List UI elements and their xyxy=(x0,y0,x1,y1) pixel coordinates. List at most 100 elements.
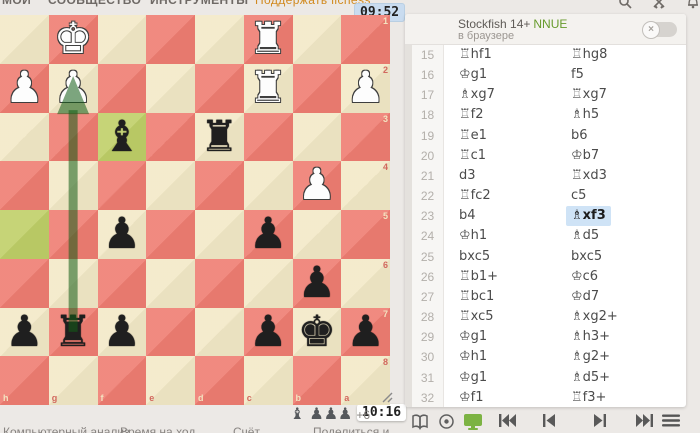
black-move[interactable]: ♗d5+ xyxy=(571,368,686,388)
white-move[interactable]: bxc5 xyxy=(444,247,571,267)
square-b8[interactable]: b xyxy=(292,356,342,405)
opening-book-icon[interactable] xyxy=(411,413,430,430)
black-rook[interactable]: ♜ xyxy=(195,113,244,162)
black-move[interactable]: ♗xg2+ xyxy=(571,307,686,327)
engine-toggle-knob[interactable]: × xyxy=(642,21,660,39)
go-previous-button[interactable] xyxy=(542,413,556,428)
square-e2[interactable] xyxy=(146,63,195,113)
square-h4[interactable] xyxy=(0,161,49,210)
engine-toggle[interactable]: × xyxy=(642,21,677,39)
square-f1[interactable] xyxy=(97,15,147,64)
white-move[interactable]: ♖bc1 xyxy=(444,287,571,307)
white-move[interactable]: ♔f1 xyxy=(444,388,571,407)
nav-item-community[interactable]: СООБЩЕСТВО xyxy=(48,0,141,7)
black-move[interactable]: bxc5 xyxy=(571,247,686,267)
square-d4[interactable] xyxy=(195,161,244,210)
square-b1[interactable] xyxy=(292,15,342,64)
crossed-swords-icon[interactable] xyxy=(652,0,666,9)
white-move[interactable]: ♖b1+ xyxy=(444,267,571,287)
nav-item-my[interactable]: МОЙ xyxy=(2,0,31,7)
white-move[interactable]: ♗xg7 xyxy=(444,85,571,105)
black-move[interactable]: ♗xf3 xyxy=(566,206,686,227)
square-a3[interactable]: 3 xyxy=(341,112,390,162)
square-c3[interactable] xyxy=(243,112,293,162)
white-move[interactable]: ♔g1 xyxy=(444,368,571,388)
white-move[interactable]: ♖hf1 xyxy=(444,45,571,65)
white-move[interactable]: b4 xyxy=(444,206,571,226)
square-c6[interactable] xyxy=(243,258,293,308)
white-king[interactable]: ♚ xyxy=(49,15,98,64)
white-move[interactable]: ♔g1 xyxy=(444,65,571,85)
black-pawn[interactable]: ♟ xyxy=(341,308,390,357)
black-pawn[interactable]: ♟ xyxy=(98,210,147,259)
menu-icon[interactable] xyxy=(661,413,681,428)
square-f8[interactable]: f xyxy=(97,356,147,405)
square-g3[interactable] xyxy=(48,112,98,162)
square-h6[interactable] xyxy=(0,258,49,308)
board-resize-handle[interactable] xyxy=(381,391,395,409)
square-d2[interactable] xyxy=(195,63,244,113)
square-h1[interactable] xyxy=(0,15,49,64)
black-move[interactable]: ♗h5 xyxy=(571,105,686,125)
square-e5[interactable] xyxy=(146,210,195,259)
black-pawn[interactable]: ♟ xyxy=(244,210,293,259)
white-move[interactable]: ♖c1 xyxy=(444,146,571,166)
white-move[interactable]: ♔h1 xyxy=(444,226,571,246)
square-e6[interactable] xyxy=(146,258,195,308)
white-move[interactable]: ♖xc5 xyxy=(444,307,571,327)
black-move[interactable]: ♗h3+ xyxy=(571,327,686,347)
go-next-button[interactable] xyxy=(593,413,607,428)
square-e3[interactable] xyxy=(146,112,195,162)
black-bishop[interactable]: ♝ xyxy=(98,113,147,162)
square-d1[interactable] xyxy=(195,15,244,64)
black-move[interactable]: ♔b7 xyxy=(571,146,686,166)
square-h5[interactable] xyxy=(0,210,49,259)
square-b3[interactable] xyxy=(292,112,342,162)
square-e8[interactable]: e xyxy=(146,356,195,405)
white-pawn[interactable]: ♟ xyxy=(293,161,342,210)
tab-computer-analysis[interactable]: Компьютерный анализ xyxy=(3,425,130,433)
square-c4[interactable] xyxy=(243,161,293,210)
black-move[interactable]: c5 xyxy=(571,186,686,206)
black-move[interactable]: ♖f3+ xyxy=(571,388,686,407)
white-pawn[interactable]: ♟ xyxy=(341,64,390,113)
black-pawn[interactable]: ♟ xyxy=(244,308,293,357)
practice-target-icon[interactable] xyxy=(438,413,455,430)
square-a5[interactable]: 5 xyxy=(341,210,390,259)
white-move[interactable]: ♖fc2 xyxy=(444,186,571,206)
white-pawn[interactable]: ♟ xyxy=(49,64,98,113)
square-g6[interactable] xyxy=(48,258,98,308)
square-f2[interactable] xyxy=(97,63,147,113)
square-d7[interactable] xyxy=(195,307,244,357)
black-move[interactable]: ♖xg7 xyxy=(571,85,686,105)
tab-share-export[interactable]: Поделиться и ... xyxy=(313,425,403,433)
black-move[interactable]: b6 xyxy=(571,126,686,146)
white-move[interactable]: d3 xyxy=(444,166,571,186)
white-move[interactable]: ♖f2 xyxy=(444,105,571,125)
black-move[interactable]: ♗d5 xyxy=(571,226,686,246)
square-b5[interactable] xyxy=(292,210,342,259)
black-pawn[interactable]: ♟ xyxy=(98,308,147,357)
white-rook[interactable]: ♜ xyxy=(244,64,293,113)
square-a4[interactable]: 4 xyxy=(341,161,390,210)
board-monitor-icon[interactable] xyxy=(463,413,483,431)
square-d5[interactable] xyxy=(195,210,244,259)
black-king[interactable]: ♚ xyxy=(293,308,342,357)
square-d6[interactable] xyxy=(195,258,244,308)
square-b2[interactable] xyxy=(292,63,342,113)
black-move[interactable]: f5 xyxy=(571,65,686,85)
chess-board[interactable]: h g f e d c b 1 2 3 4 5 6 7 8 a ♚ ♜ ♟ ♟ ♜ ♟ ♟ ♝ ♜ ♟ ♟ ♟ ♟ ♜ ♟ ♟ ♚ ♟ xyxy=(0,15,390,405)
square-c8[interactable]: c xyxy=(243,356,293,405)
bell-icon[interactable] xyxy=(686,0,700,9)
white-move[interactable]: ♔g1 xyxy=(444,327,571,347)
nav-item-tools[interactable]: ИНСТРУМЕНТЫ xyxy=(150,0,248,7)
square-e1[interactable] xyxy=(146,15,195,64)
square-a1[interactable]: 1 xyxy=(341,15,390,64)
square-g8[interactable]: g xyxy=(48,356,98,405)
square-f6[interactable] xyxy=(97,258,147,308)
go-last-button[interactable] xyxy=(635,413,654,428)
black-move[interactable]: ♗g2+ xyxy=(571,347,686,367)
square-d8[interactable]: d xyxy=(195,356,244,405)
black-rook[interactable]: ♜ xyxy=(49,308,98,357)
square-g4[interactable] xyxy=(48,161,98,210)
